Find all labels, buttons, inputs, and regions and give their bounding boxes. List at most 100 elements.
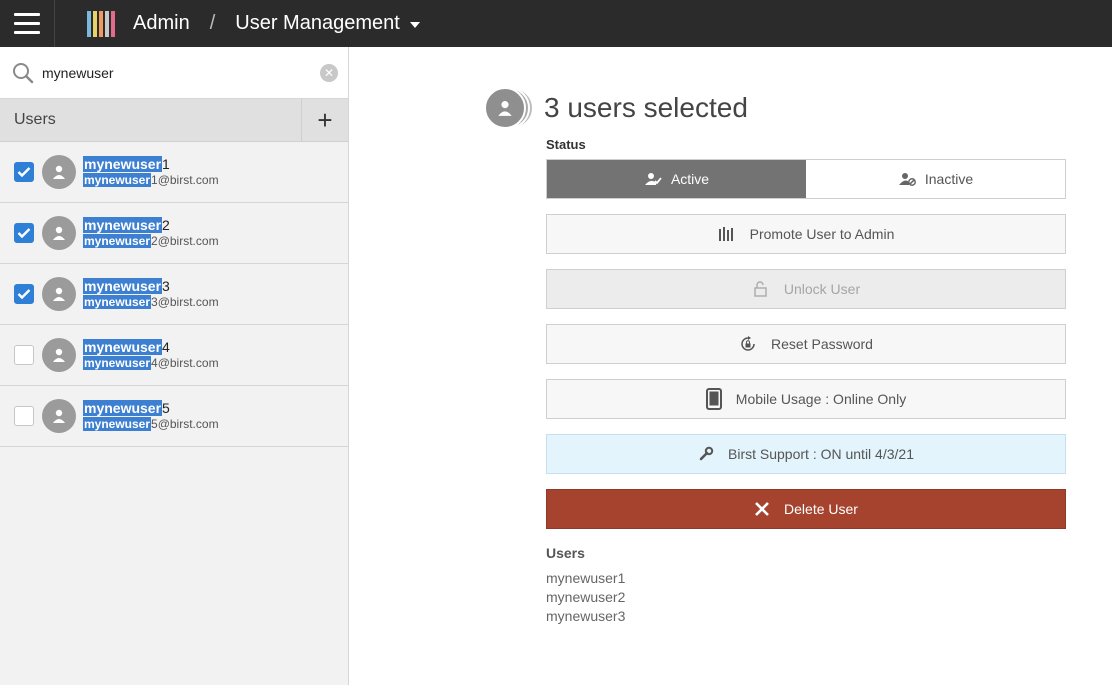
- page-switcher[interactable]: User Management: [235, 12, 420, 35]
- menu-button[interactable]: [0, 0, 55, 47]
- selection-header: 3 users selected: [484, 87, 748, 129]
- user-name-suffix: 1: [162, 155, 170, 172]
- user-text: mynewuser1 mynewuser1@birst.com: [83, 155, 219, 189]
- user-check-icon: [644, 171, 662, 187]
- delete-user-button[interactable]: Delete User: [546, 489, 1066, 529]
- selected-users-title: Users: [546, 545, 585, 561]
- user-checkbox[interactable]: [14, 345, 34, 365]
- user-checkbox[interactable]: [14, 406, 34, 426]
- breadcrumb-app[interactable]: Admin: [133, 12, 190, 35]
- reset-password-icon: [739, 335, 757, 353]
- mobile-icon: [705, 388, 722, 410]
- search-input[interactable]: [42, 64, 320, 81]
- delete-user-label: Delete User: [784, 501, 858, 517]
- search-highlight: mynewuser: [83, 216, 163, 233]
- user-email: mynewuser3@birst.com: [83, 295, 219, 310]
- search-highlight: mynewuser: [83, 338, 163, 355]
- promote-admin-label: Promote User to Admin: [749, 226, 895, 242]
- user-row[interactable]: mynewuser2 mynewuser2@birst.com: [0, 203, 348, 264]
- wrench-icon: [698, 446, 714, 462]
- main-panel: 3 users selected Status Active Inactive …: [349, 47, 1112, 685]
- status-inactive-button[interactable]: Inactive: [806, 160, 1065, 198]
- user-email-suffix: 2@birst.com: [151, 234, 219, 249]
- page-title: User Management: [235, 12, 400, 34]
- status-toggle: Active Inactive: [546, 159, 1066, 199]
- user-list: mynewuser1 mynewuser1@birst.com mynewuse…: [0, 142, 348, 447]
- top-bar: Admin / User Management: [0, 0, 1112, 47]
- mobile-usage-label: Mobile Usage : Online Only: [735, 391, 907, 407]
- selected-user-item: mynewuser1: [546, 570, 626, 586]
- user-email: mynewuser1@birst.com: [83, 173, 219, 188]
- status-active-button[interactable]: Active: [547, 160, 806, 198]
- user-row[interactable]: mynewuser4 mynewuser4@birst.com: [0, 325, 348, 386]
- admin-icon: [718, 226, 736, 242]
- search-highlight: mynewuser: [83, 356, 152, 371]
- user-name-suffix: 3: [162, 277, 170, 294]
- user-row[interactable]: mynewuser1 mynewuser1@birst.com: [0, 142, 348, 203]
- user-checkbox[interactable]: [14, 223, 34, 243]
- user-row[interactable]: mynewuser3 mynewuser3@birst.com: [0, 264, 348, 325]
- clear-search-icon[interactable]: ✕: [320, 63, 338, 82]
- mobile-usage-button[interactable]: Mobile Usage : Online Only: [546, 379, 1066, 419]
- add-user-button[interactable]: +: [301, 98, 348, 142]
- search-highlight: mynewuser: [83, 277, 163, 294]
- birst-support-label: Birst Support : ON until 4/3/21: [728, 446, 914, 462]
- search-highlight: mynewuser: [83, 399, 163, 416]
- user-email-suffix: 5@birst.com: [151, 417, 219, 432]
- avatar: [42, 277, 76, 311]
- hamburger-icon: [14, 22, 40, 25]
- user-name: mynewuser3: [83, 277, 219, 296]
- avatar: [42, 399, 76, 433]
- user-blocked-icon: [898, 171, 916, 187]
- search-highlight: mynewuser: [83, 155, 163, 172]
- selected-user-item: mynewuser3: [546, 608, 626, 624]
- avatar: [42, 338, 76, 372]
- user-name: mynewuser2: [83, 216, 219, 235]
- selected-user-item: mynewuser2: [546, 589, 626, 605]
- user-name: mynewuser1: [83, 155, 219, 174]
- hamburger-icon: [14, 31, 40, 34]
- unlock-icon: [752, 281, 770, 297]
- user-name: mynewuser5: [83, 399, 219, 418]
- user-text: mynewuser4 mynewuser4@birst.com: [83, 338, 219, 372]
- selected-users-list: mynewuser1 mynewuser2 mynewuser3: [546, 569, 1066, 626]
- search-bar: ✕: [0, 47, 348, 99]
- breadcrumb-separator: /: [209, 12, 216, 34]
- user-name-suffix: 4: [162, 338, 170, 355]
- sidebar: ✕ Users + mynewuser1 mynewuser1@birst.co…: [0, 47, 349, 685]
- user-text: mynewuser2 mynewuser2@birst.com: [83, 216, 219, 250]
- user-name: mynewuser4: [83, 338, 219, 357]
- search-highlight: mynewuser: [83, 417, 152, 432]
- search-icon: [12, 62, 34, 84]
- user-text: mynewuser3 mynewuser3@birst.com: [83, 277, 219, 311]
- users-list-title: Users: [14, 111, 56, 128]
- users-header: Users +: [0, 98, 348, 142]
- status-active-label: Active: [670, 171, 710, 187]
- reset-password-button[interactable]: Reset Password: [546, 324, 1066, 364]
- search-highlight: mynewuser: [83, 234, 152, 249]
- user-checkbox[interactable]: [14, 162, 34, 182]
- user-email-suffix: 4@birst.com: [151, 356, 219, 371]
- user-email: mynewuser5@birst.com: [83, 417, 219, 432]
- user-checkbox[interactable]: [14, 284, 34, 304]
- chevron-down-icon: [409, 21, 420, 28]
- user-row[interactable]: mynewuser5 mynewuser5@birst.com: [0, 386, 348, 447]
- search-highlight: mynewuser: [83, 173, 152, 188]
- user-email-suffix: 3@birst.com: [151, 295, 219, 310]
- user-text: mynewuser5 mynewuser5@birst.com: [83, 399, 219, 433]
- birst-logo-icon: [87, 10, 117, 37]
- bulk-actions-panel: Status Active Inactive Promote User to A…: [546, 137, 1066, 626]
- unlock-user-label: Unlock User: [783, 281, 861, 297]
- avatar: [42, 216, 76, 250]
- close-icon: [754, 501, 770, 517]
- unlock-user-button[interactable]: Unlock User: [546, 269, 1066, 309]
- user-email: mynewuser4@birst.com: [83, 356, 219, 371]
- avatar: [42, 155, 76, 189]
- user-name-suffix: 5: [162, 399, 170, 416]
- user-email: mynewuser2@birst.com: [83, 234, 219, 249]
- hamburger-icon: [14, 13, 40, 16]
- status-inactive-label: Inactive: [924, 171, 974, 187]
- promote-admin-button[interactable]: Promote User to Admin: [546, 214, 1066, 254]
- status-label: Status: [546, 137, 586, 152]
- birst-support-button[interactable]: Birst Support : ON until 4/3/21: [546, 434, 1066, 474]
